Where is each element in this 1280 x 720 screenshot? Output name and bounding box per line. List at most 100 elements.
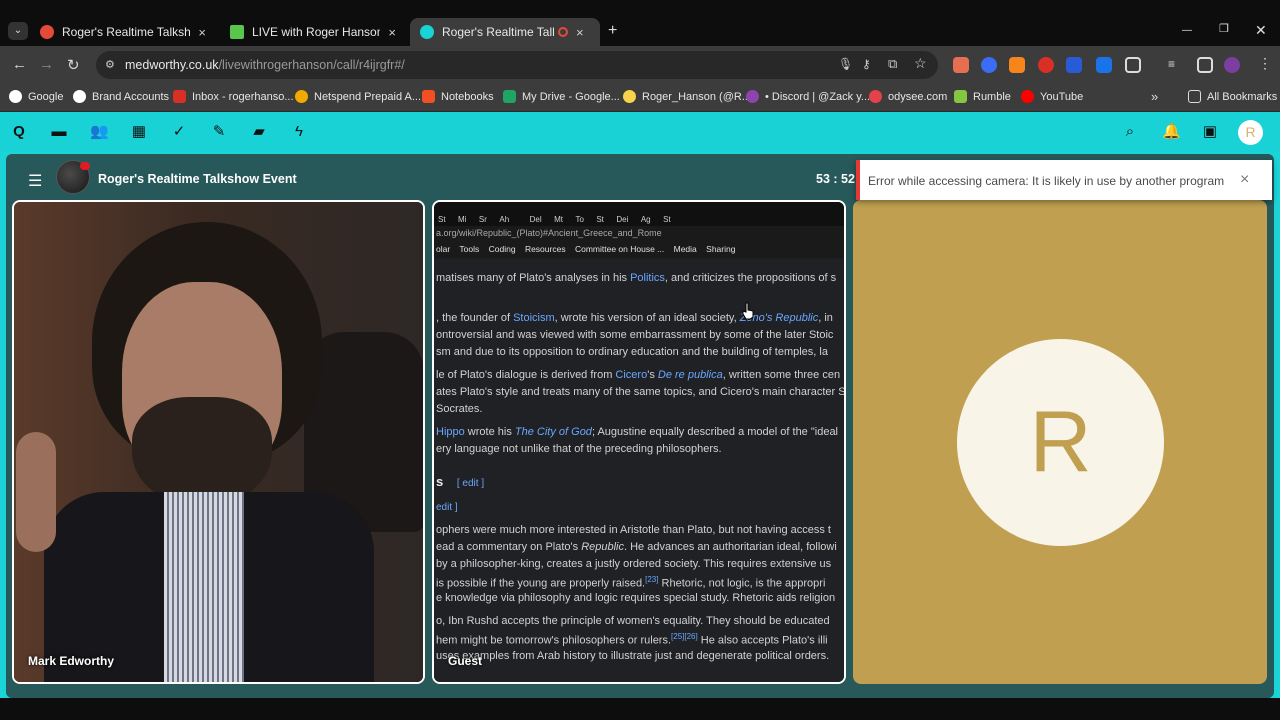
article-line: e knowledge via philosophy and logic req… [436,592,836,604]
shared-bookmark: Sharing [706,244,736,254]
bookmark-label: Inbox - rogerhanso... [192,90,294,103]
article-heading: s [ edit ] [436,474,485,489]
calendar-icon[interactable]: ▦ [131,124,147,140]
browser-toolbar: ← → ↻ ⚙ medworthy.co.uk/livewithrogerhan… [0,46,1280,84]
pen-icon[interactable]: ✎ [211,124,227,140]
bookmark-item[interactable]: Google [9,90,63,103]
check-icon[interactable]: ✓ [171,124,187,140]
participant-tile-screenshare[interactable]: St Mi Sr Ah Del Mt To St Dei Ag St a.org… [432,200,846,684]
shared-tab: St [663,215,671,224]
extension-circle-icon[interactable] [981,57,997,73]
drive-icon [503,90,516,103]
bookmark-item[interactable]: Inbox - rogerhanso... [173,90,294,103]
bookmark-label: • Discord | @Zack y... [765,90,871,103]
browser-tab[interactable]: LIVE with Roger Hanson: Roger × [220,18,406,46]
tab-favicon-icon [230,25,244,39]
rumble-icon [954,90,967,103]
bolt-icon[interactable]: ϟ [291,124,307,140]
bookmark-item[interactable]: • Discord | @Zack y... [746,90,870,103]
side-panel-icon[interactable] [1197,57,1213,73]
bookmark-item[interactable]: Roger_Hanson (@R... [623,90,751,103]
password-key-icon[interactable]: ⚷ [862,57,871,71]
article-line: , the founder of Stoicism, wrote his ver… [436,312,833,324]
microphone-icon[interactable]: 🎙 [838,57,853,71]
bookmark-item[interactable]: YouTube [1021,90,1083,103]
article-line: hem might be tomorrow's philosophers or … [436,632,828,647]
article-line: le of Plato's dialogue is derived from C… [436,369,841,381]
extensions-puzzle-icon[interactable] [1125,57,1141,73]
home-icon[interactable]: Q [11,124,27,140]
bookmark-item[interactable]: Notebooks [422,90,494,103]
notifications-bell-icon[interactable]: 🔔 [1162,124,1181,140]
shared-bookmark: Committee on House ... [574,244,665,254]
browser-tab[interactable]: Roger's Realtime Talkshow Eve × [30,18,216,46]
all-bookmarks-button[interactable]: All Bookmarks [1188,90,1277,103]
participant-tile-video[interactable]: Mark Edworthy [12,200,425,684]
bookmarks-overflow-icon[interactable]: » [1151,89,1158,104]
bookmark-label: Netspend Prepaid A... [314,90,422,103]
netspend-icon [295,90,308,103]
extension-shield-icon[interactable] [953,57,969,73]
shared-bookmark: Tools [459,244,480,254]
new-tab-button[interactable]: + [608,22,617,40]
media-controls-icon[interactable]: ≡ [1168,57,1184,73]
extension-doc-icon[interactable] [1096,57,1112,73]
search-icon[interactable]: ⌕ [1122,124,1138,140]
extension-fox-icon[interactable] [1009,57,1025,73]
shared-browser-tabs: St Mi Sr Ah Del Mt To St Dei Ag St [434,202,844,226]
people-icon[interactable]: 👥 [90,124,109,140]
bookmark-item[interactable]: Netspend Prepaid A... [295,90,421,103]
extension-feather-icon[interactable] [1066,57,1082,73]
close-icon[interactable]: × [1240,171,1249,189]
menu-hamburger-icon[interactable]: ☰ [28,171,42,191]
tab-close-icon[interactable]: × [576,25,584,40]
tab-title: Roger's Realtime Talkshow Eve [62,25,191,39]
user-avatar[interactable]: R [1238,120,1263,145]
discord-icon [746,90,759,103]
tab-close-icon[interactable]: × [388,25,396,40]
maximize-icon[interactable]: ❐ [1219,22,1229,35]
youtube-icon [1021,90,1034,103]
bookmark-item[interactable]: My Drive - Google... [503,90,620,103]
article-line: sm and due to its opposition to ordinary… [436,346,828,358]
chrome-menu-icon[interactable]: ⋮ [1258,55,1272,72]
participant-tile-avatar[interactable]: R [853,200,1267,684]
lightbulb-icon [623,90,636,103]
browser-tab-active[interactable]: Roger's Realtime Talkshow E × [410,18,600,46]
tab-close-icon[interactable]: × [198,25,206,40]
tab-favicon-icon [40,25,54,39]
bookmark-label: My Drive - Google... [522,90,620,103]
bookmark-label: odysee.com [888,90,948,103]
bookmark-label: YouTube [1040,90,1084,103]
google-icon [73,90,86,103]
tab-title: Roger's Realtime Talkshow E [442,25,554,39]
hand-cursor-icon [742,302,754,320]
article-line: uses examples from Arab history to illus… [436,650,830,662]
reload-icon[interactable]: ↻ [67,56,80,74]
extension-adblock-icon[interactable] [1038,57,1054,73]
address-bar[interactable]: ⚙ medworthy.co.uk/livewithrogerhanson/ca… [96,51,938,79]
forward-icon[interactable]: → [39,56,54,73]
shared-tab: Mt [554,215,563,224]
profile-avatar-icon[interactable] [1224,57,1240,73]
tab-title: LIVE with Roger Hanson: Roger [252,25,381,39]
bookmark-star-icon[interactable]: ☆ [914,55,927,72]
briefcase-icon[interactable]: ▰ [251,124,267,140]
article-line: ery language not unlike that of the prec… [436,443,722,455]
contacts-icon[interactable]: ▣ [1202,124,1218,140]
install-app-icon[interactable]: ⧉ [888,56,897,72]
bookmark-item[interactable]: Rumble [954,90,1011,103]
video-person-shirt [164,492,244,682]
article-line: by a philosopher-king, creates a justly … [436,558,832,570]
call-timer: 53 : 52 [816,172,855,186]
site-info-icon[interactable]: ⚙ [105,58,115,71]
browser-tab-strip: ⌄ Roger's Realtime Talkshow Eve × LIVE w… [0,0,1280,46]
minimize-icon[interactable]: — [1182,25,1192,36]
article-line: Socrates. [436,403,483,415]
back-icon[interactable]: ← [12,56,27,73]
folder-icon[interactable]: ▬ [51,124,67,140]
tab-search-chevron-icon[interactable]: ⌄ [8,22,28,40]
bookmark-item[interactable]: odysee.com [869,90,947,103]
window-close-icon[interactable]: ✕ [1255,22,1267,39]
bookmark-item[interactable]: Brand Accounts [73,90,169,103]
